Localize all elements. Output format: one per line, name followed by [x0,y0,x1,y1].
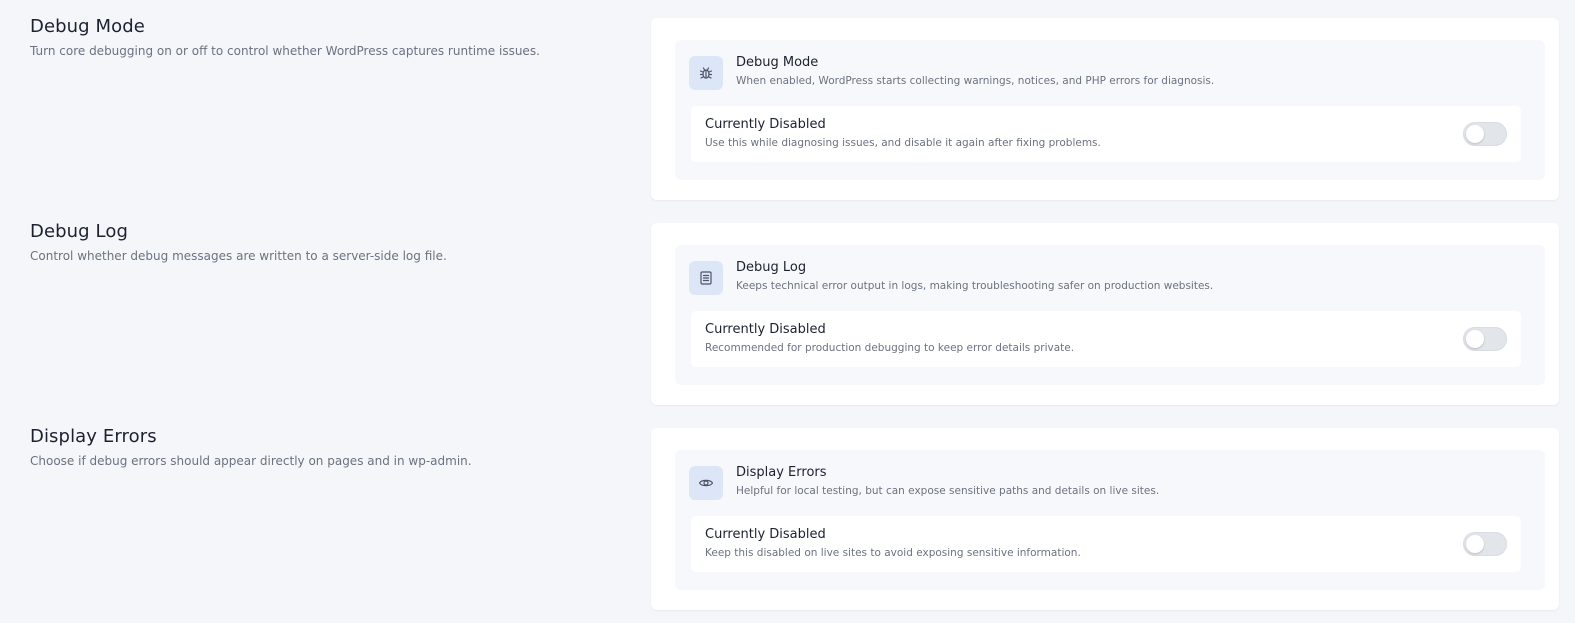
card-inner-panel: Debug Mode When enabled, WordPress start… [675,40,1545,180]
section-info: Debug Mode Turn core debugging on or off… [30,16,630,58]
feature-text: Debug Mode When enabled, WordPress start… [736,55,1214,87]
feature-description: Keeps technical error output in logs, ma… [736,280,1214,292]
section-description: Control whether debug messages are writt… [30,249,447,263]
status-description: Recommended for production debugging to … [705,342,1075,354]
toggle-knob [1466,125,1484,143]
section-info: Debug Log Control whether debug messages… [30,221,630,263]
status-row: Currently Disabled Use this while diagno… [691,106,1521,162]
status-title: Currently Disabled [705,117,826,132]
feature-description: When enabled, WordPress starts collectin… [736,75,1215,87]
feature-title: Debug Mode [736,55,819,70]
settings-card: Debug Log Keeps technical error output i… [651,223,1559,405]
status-text: Currently Disabled Recommended for produ… [705,322,1074,354]
section-title: Debug Mode [30,16,145,37]
status-row: Currently Disabled Keep this disabled on… [691,516,1521,572]
feature-text: Display Errors Helpful for local testing… [736,465,1159,497]
feature-header: Display Errors Helpful for local testing… [689,464,1531,504]
display-errors-toggle[interactable] [1463,532,1507,556]
bug-icon [689,56,723,90]
debug-log-toggle[interactable] [1463,327,1507,351]
feature-header: Debug Mode When enabled, WordPress start… [689,54,1531,94]
feature-text: Debug Log Keeps technical error output i… [736,260,1213,292]
section-title: Debug Log [30,221,128,242]
display-errors-section: Display Errors Choose if debug errors sh… [0,410,1575,615]
feature-header: Debug Log Keeps technical error output i… [689,259,1531,299]
settings-card: Debug Mode When enabled, WordPress start… [651,18,1559,200]
status-title: Currently Disabled [705,527,826,542]
toggle-knob [1466,535,1484,553]
debug-mode-section: Debug Mode Turn core debugging on or off… [0,0,1575,205]
status-description: Use this while diagnosing issues, and di… [705,137,1101,149]
section-title: Display Errors [30,426,157,447]
log-file-icon [689,261,723,295]
status-text: Currently Disabled Use this while diagno… [705,117,1101,149]
eye-icon [689,466,723,500]
debug-log-section: Debug Log Control whether debug messages… [0,205,1575,410]
status-title: Currently Disabled [705,322,826,337]
card-inner-panel: Display Errors Helpful for local testing… [675,450,1545,590]
status-text: Currently Disabled Keep this disabled on… [705,527,1081,559]
status-description: Keep this disabled on live sites to avoi… [705,547,1081,559]
feature-title: Debug Log [736,260,807,275]
card-inner-panel: Debug Log Keeps technical error output i… [675,245,1545,385]
feature-title: Display Errors [736,465,827,480]
section-description: Turn core debugging on or off to control… [30,44,540,58]
toggle-knob [1466,330,1484,348]
status-row: Currently Disabled Recommended for produ… [691,311,1521,367]
settings-card: Display Errors Helpful for local testing… [651,428,1559,610]
debug-mode-toggle[interactable] [1463,122,1507,146]
section-description: Choose if debug errors should appear dir… [30,454,472,468]
section-info: Display Errors Choose if debug errors sh… [30,426,630,468]
feature-description: Helpful for local testing, but can expos… [736,485,1160,497]
